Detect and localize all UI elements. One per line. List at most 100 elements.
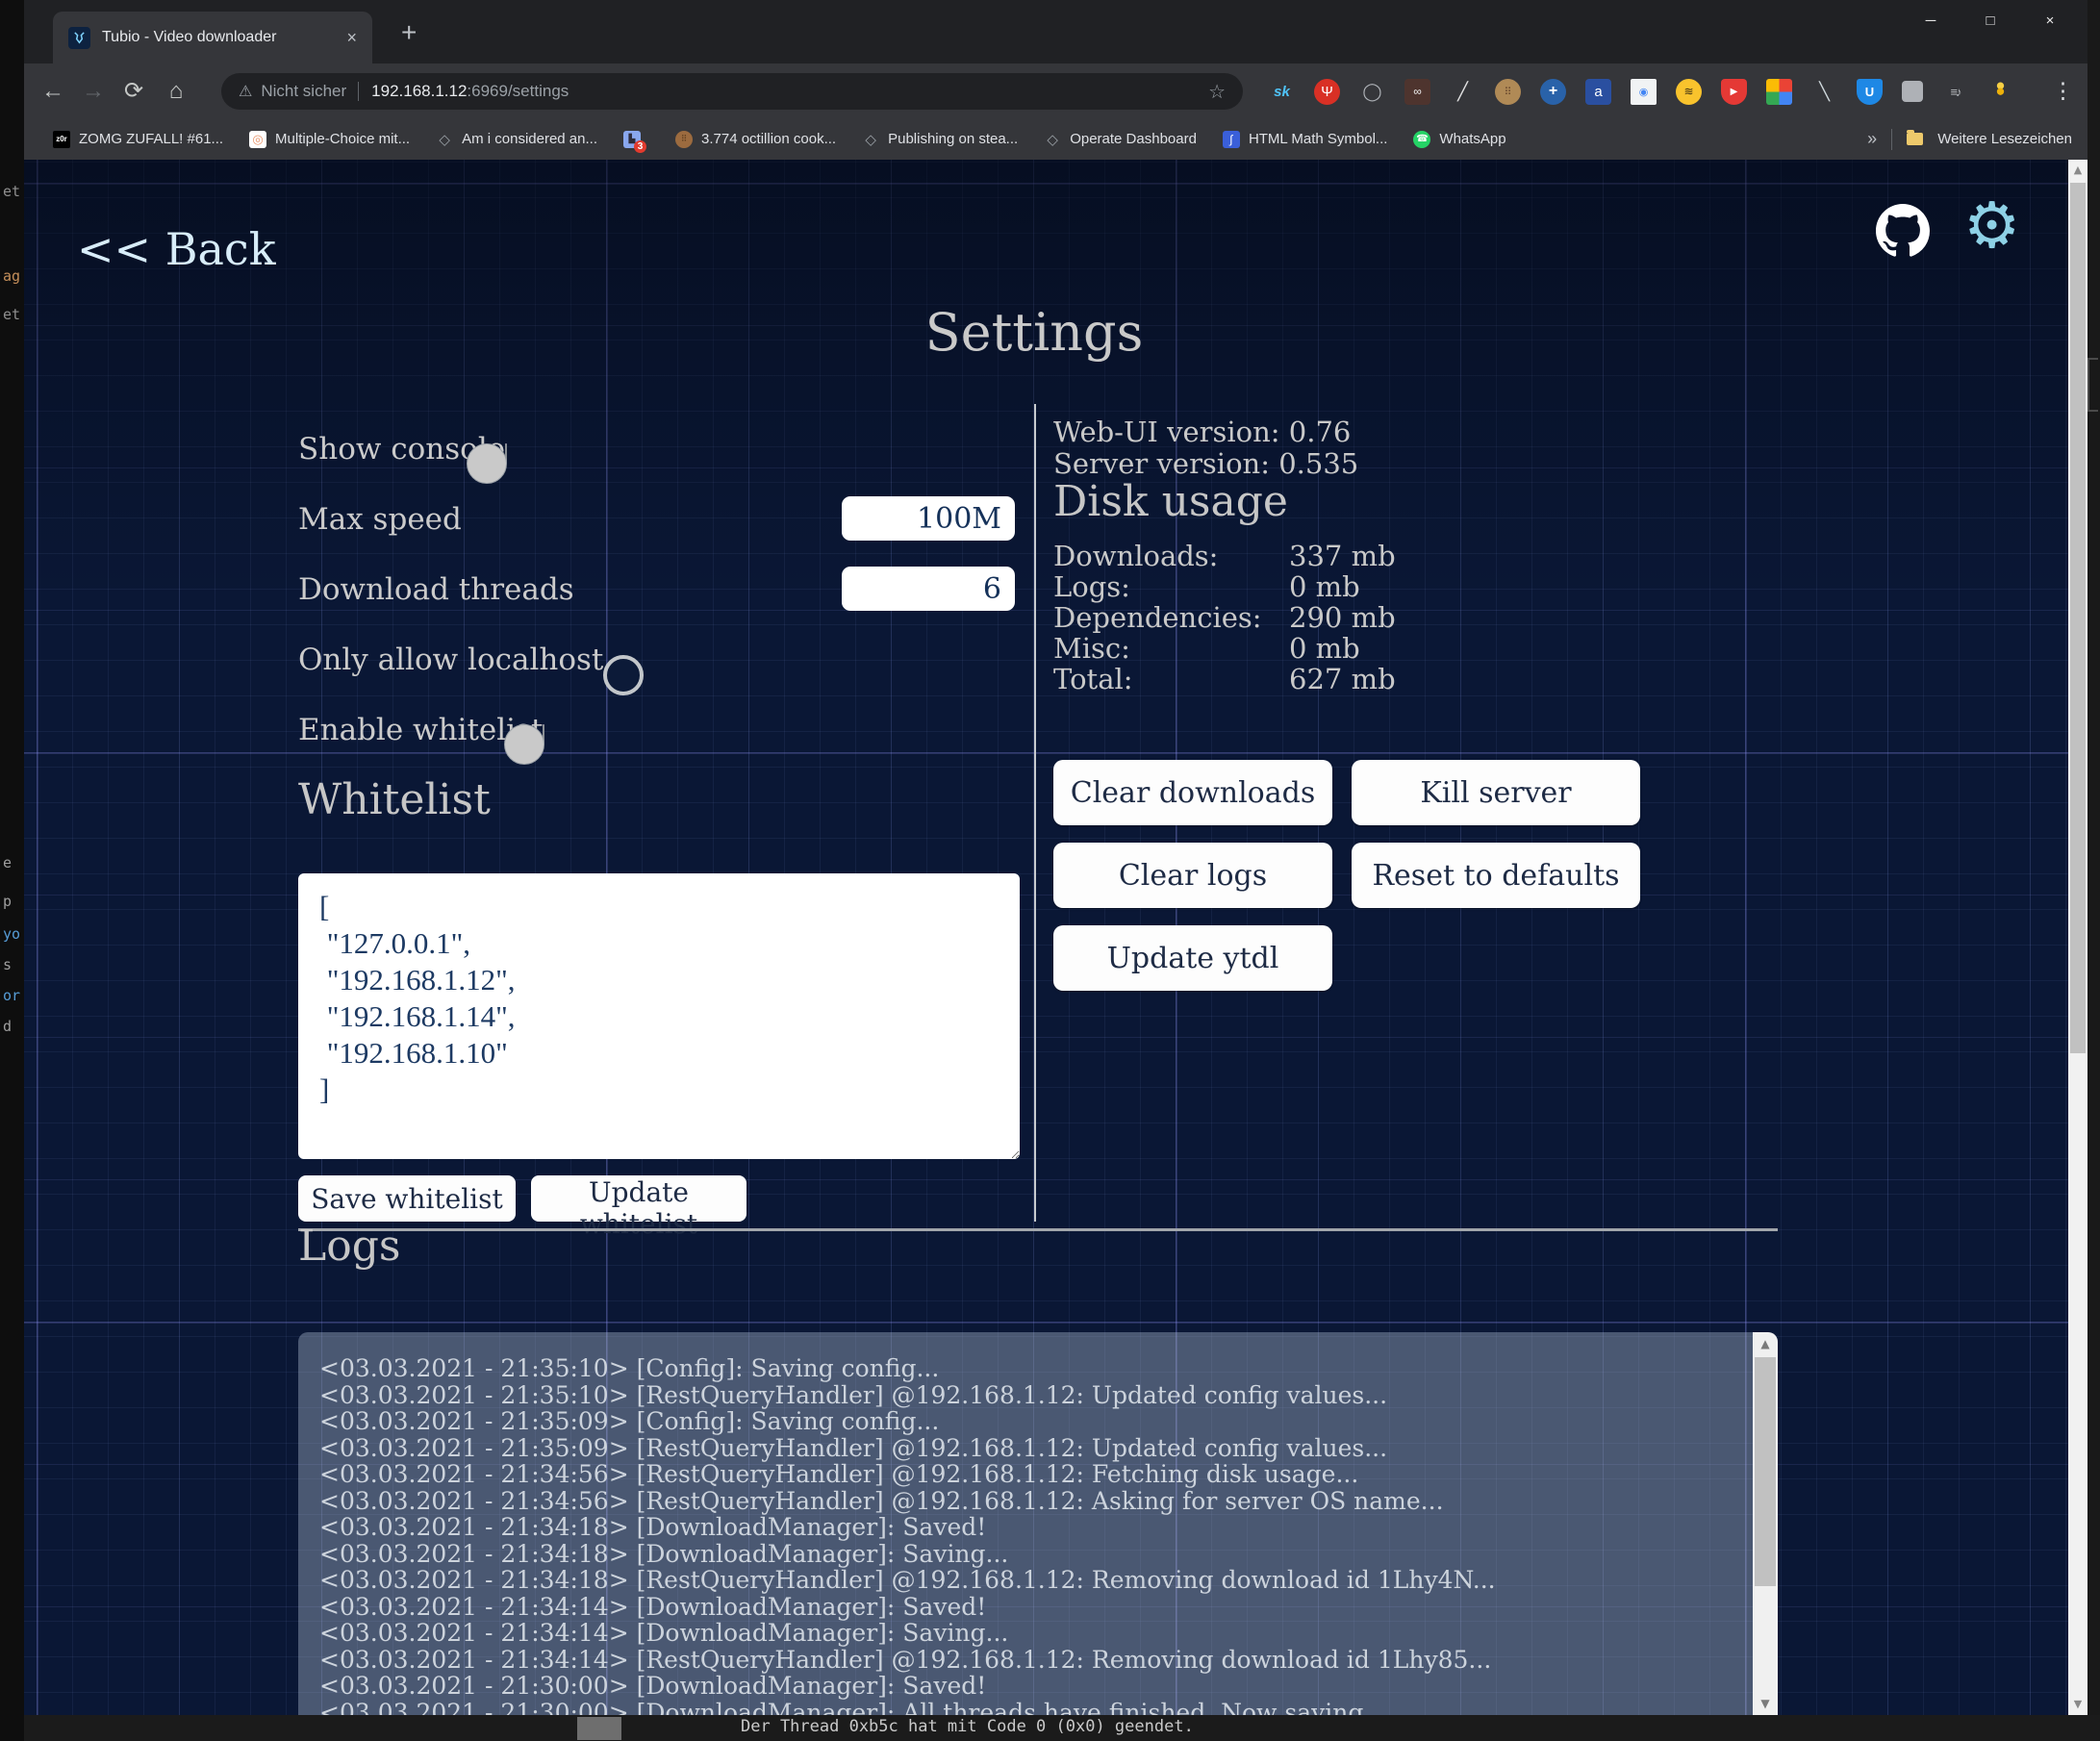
max-speed-input[interactable] bbox=[842, 496, 1015, 541]
browser-menu-icon[interactable]: ⋮ bbox=[2052, 63, 2074, 118]
code-fragment: d bbox=[3, 1018, 12, 1035]
disk-usage-row: Total: 627 mb bbox=[1053, 664, 1396, 694]
download-threads-input[interactable] bbox=[842, 567, 1015, 611]
new-tab-button[interactable]: + bbox=[401, 19, 417, 46]
toggle-knob bbox=[467, 443, 507, 484]
close-icon[interactable]: × bbox=[2020, 0, 2080, 42]
bookmarks-overflow-icon[interactable]: » bbox=[1867, 129, 1877, 149]
extension-icon[interactable]: ≡♪ bbox=[1942, 79, 1968, 105]
page-scroll-down-icon[interactable]: ▼ bbox=[2068, 1694, 2087, 1715]
show-console-toggle[interactable] bbox=[505, 443, 507, 464]
bookmark-item[interactable]: ⠿ 3.774 octillion cook... bbox=[675, 131, 836, 148]
log-entry: <03.03.2021 - 21:35:09> [RestQueryHandle… bbox=[319, 1435, 1739, 1462]
webui-version: Web-UI version: 0.76 bbox=[1053, 416, 1351, 448]
reload-icon[interactable]: ⟳ bbox=[116, 63, 151, 118]
browser-tab[interactable]: Tubio - Video downloader × bbox=[53, 12, 372, 63]
address-bar[interactable]: ⚠ Nicht sicher 192.168.1.12 :6969/settin… bbox=[221, 73, 1243, 110]
tab-close-icon[interactable]: × bbox=[346, 28, 357, 48]
logs-panel: <03.03.2021 - 21:35:10> [Config]: Saving… bbox=[298, 1332, 1778, 1715]
whitelist-textarea[interactable]: [ "127.0.0.1", "192.168.1.12", "192.168.… bbox=[298, 873, 1020, 1159]
bookmark-item[interactable]: ◎ Multiple-Choice mit... bbox=[249, 131, 410, 148]
disk-usage-row: Misc: 0 mb bbox=[1053, 633, 1396, 664]
bookmark-label: ZOMG ZUFALL! #61... bbox=[79, 131, 223, 147]
browser-toolbar: ← → ⟳ ⌂ ⚠ Nicht sicher 192.168.1.12 :696… bbox=[24, 63, 2087, 118]
maximize-icon[interactable]: □ bbox=[1961, 0, 2020, 42]
log-entry: <03.03.2021 - 21:30:00> [DownloadManager… bbox=[319, 1700, 1739, 1716]
minimize-icon[interactable]: ─ bbox=[1901, 0, 1961, 42]
extension-icon[interactable]: ◯ bbox=[1359, 79, 1385, 105]
home-icon[interactable]: ⌂ bbox=[159, 63, 193, 118]
disk-usage-table: Downloads: 337 mb Logs: 0 mb Dependencie… bbox=[1053, 541, 1396, 694]
update-ytdl-button[interactable]: Update ytdl bbox=[1053, 925, 1332, 991]
bookmark-star-icon[interactable]: ☆ bbox=[1208, 80, 1226, 104]
extension-icon[interactable]: + bbox=[1540, 79, 1566, 105]
console-output-text: Der Thread 0xb5c hat mit Code 0 (0x0) ge… bbox=[741, 1717, 1194, 1736]
logs-scroll-down-icon[interactable]: ▼ bbox=[1753, 1692, 1778, 1715]
toggle-knob bbox=[603, 655, 644, 695]
bookmarks-divider bbox=[1891, 129, 1892, 150]
background-window-edge bbox=[2087, 358, 2098, 412]
log-entry: <03.03.2021 - 21:34:14> [DownloadManager… bbox=[319, 1594, 1739, 1621]
logs-scroll-up-icon[interactable]: ▲ bbox=[1753, 1332, 1778, 1355]
extension-icon[interactable]: ╱ bbox=[1450, 79, 1476, 105]
extension-icon[interactable] bbox=[1902, 81, 1923, 102]
extension-icon[interactable]: U bbox=[1857, 79, 1883, 105]
extension-icon[interactable]: ⠿ bbox=[1495, 79, 1521, 105]
code-fragment: yo bbox=[3, 925, 20, 943]
github-icon[interactable] bbox=[1876, 204, 1930, 258]
url-path: :6969/settings bbox=[467, 82, 569, 101]
extension-icon[interactable]: a bbox=[1585, 79, 1611, 105]
forward-icon[interactable]: → bbox=[76, 63, 111, 118]
logs-scrollbar: ▲ ▼ bbox=[1753, 1332, 1778, 1715]
kill-server-button[interactable]: Kill server bbox=[1352, 760, 1640, 825]
bookmark-item[interactable]: ◇ Am i considered an... bbox=[436, 131, 597, 148]
bookmark-item[interactable]: ☎ WhatsApp bbox=[1413, 131, 1505, 148]
extension-icon[interactable]: Ψ bbox=[1314, 79, 1340, 105]
back-icon[interactable]: ← bbox=[36, 63, 70, 118]
extension-icon[interactable]: ● bbox=[1987, 79, 2013, 105]
not-secure-warning-icon[interactable]: ⚠ bbox=[239, 82, 252, 101]
log-entry: <03.03.2021 - 21:34:56> [RestQueryHandle… bbox=[319, 1488, 1739, 1515]
bookmark-label: Am i considered an... bbox=[462, 131, 597, 147]
max-speed-label: Max speed bbox=[298, 502, 462, 537]
logs-title: Logs bbox=[298, 1222, 400, 1271]
log-entry: <03.03.2021 - 21:34:14> [RestQueryHandle… bbox=[319, 1647, 1739, 1674]
enable-whitelist-toggle[interactable] bbox=[543, 724, 544, 744]
extension-icon[interactable]: ╲ bbox=[1811, 79, 1837, 105]
bookmark-item[interactable]: ◇ Operate Dashboard bbox=[1044, 131, 1197, 148]
console-scrollbar-block bbox=[577, 1717, 621, 1740]
bookmark-item[interactable]: ◇ Publishing on stea... bbox=[862, 131, 1018, 148]
bookmark-item[interactable]: ▙3 bbox=[623, 131, 649, 148]
extension-icon[interactable]: ≋ bbox=[1676, 79, 1702, 105]
bookmark-item[interactable]: ∫ HTML Math Symbol... bbox=[1223, 131, 1387, 148]
extension-icon[interactable]: ▶ bbox=[1721, 79, 1747, 105]
back-link[interactable]: << Back bbox=[77, 223, 276, 275]
address-divider bbox=[358, 82, 359, 101]
extension-icon[interactable] bbox=[1766, 79, 1792, 105]
clear-logs-button[interactable]: Clear logs bbox=[1053, 843, 1332, 908]
bookmark-favicon: ∫ bbox=[1223, 131, 1240, 148]
update-whitelist-button[interactable]: Update whitelist bbox=[531, 1175, 746, 1222]
extension-icon[interactable]: ◉ bbox=[1631, 79, 1657, 105]
log-entries: <03.03.2021 - 21:35:10> [Config]: Saving… bbox=[319, 1355, 1739, 1715]
extension-icon[interactable]: sk bbox=[1269, 79, 1295, 105]
bookmark-favicon: ⠿ bbox=[675, 131, 693, 148]
settings-gear-icon[interactable]: ⚙ bbox=[1963, 192, 2020, 260]
other-bookmarks-button[interactable]: Weitere Lesezeichen bbox=[1937, 131, 2072, 147]
bookmark-favicon: z0r bbox=[53, 131, 70, 148]
save-whitelist-button[interactable]: Save whitelist bbox=[298, 1175, 516, 1222]
logs-scrollbar-thumb[interactable] bbox=[1755, 1357, 1776, 1586]
extension-icon[interactable]: ∞ bbox=[1404, 79, 1430, 105]
page-scrollbar-thumb[interactable] bbox=[2070, 183, 2086, 1053]
bookmarks-bar: z0r ZOMG ZUFALL! #61... ◎ Multiple-Choic… bbox=[24, 118, 2087, 160]
disk-usage-label: Dependencies: bbox=[1053, 602, 1289, 633]
clear-downloads-button[interactable]: Clear downloads bbox=[1053, 760, 1332, 825]
reset-defaults-button[interactable]: Reset to defaults bbox=[1352, 843, 1640, 908]
log-entry: <03.03.2021 - 21:34:18> [RestQueryHandle… bbox=[319, 1567, 1739, 1594]
page-scroll-up-icon[interactable]: ▲ bbox=[2068, 160, 2087, 181]
bookmark-label: Multiple-Choice mit... bbox=[275, 131, 410, 147]
bookmark-item[interactable]: z0r ZOMG ZUFALL! #61... bbox=[53, 131, 223, 148]
disk-usage-label: Logs: bbox=[1053, 571, 1289, 602]
page-scrollbar: ▲ ▼ bbox=[2068, 160, 2087, 1715]
bookmark-favicon: ◇ bbox=[436, 131, 453, 148]
